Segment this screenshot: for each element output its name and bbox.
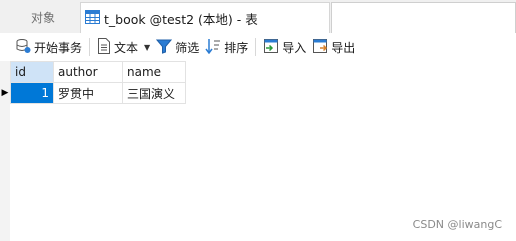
filter-button[interactable]: 筛选 [153, 35, 202, 59]
cell-author[interactable]: 罗贯中 [53, 82, 123, 104]
import-button[interactable]: 导入 [260, 35, 309, 59]
watermark: CSDN @liwangC [412, 218, 502, 231]
toolbar: 开始事务 文本 ▼ 筛选 排序 导入 导出 [0, 33, 516, 61]
chevron-down-icon[interactable]: ▼ [144, 43, 150, 52]
sort-button[interactable]: 排序 [202, 35, 251, 59]
export-icon [312, 38, 328, 57]
sort-icon [205, 38, 221, 57]
export-button[interactable]: 导出 [309, 35, 358, 59]
begin-transaction-button[interactable]: 开始事务 [12, 35, 85, 59]
row-pointer-icon: ▶ [1, 87, 9, 98]
tab-bar: 对象 t_book @test2 (本地) - 表 [0, 0, 516, 33]
cell-id[interactable]: 1 [10, 82, 54, 104]
tab-objects-label: 对象 [30, 11, 55, 25]
cell-name[interactable]: 三国演义 [122, 82, 186, 104]
filter-icon [156, 38, 173, 57]
tab-table-t-book[interactable]: t_book @test2 (本地) - 表 [80, 2, 330, 33]
sort-label: 排序 [224, 40, 249, 55]
data-grid[interactable]: ▶ id author name 1 罗贯中 三国演义 [0, 61, 516, 241]
text-label: 文本 [114, 40, 139, 55]
tab-empty-area [331, 2, 516, 33]
tab-active-label: t_book @test2 (本地) - 表 [104, 11, 258, 27]
tab-objects[interactable]: 对象 [8, 2, 78, 33]
column-header-id[interactable]: id [10, 61, 54, 83]
toolbar-divider [255, 38, 257, 56]
table-row[interactable]: 1 罗贯中 三国演义 [10, 82, 186, 104]
export-label: 导出 [331, 40, 356, 55]
column-header-name[interactable]: name [122, 61, 186, 83]
filter-label: 筛选 [175, 40, 200, 55]
import-label: 导入 [282, 40, 307, 55]
column-header-author[interactable]: author [53, 61, 123, 83]
text-icon [97, 37, 111, 57]
table-icon [85, 9, 100, 27]
header-row: id author name [10, 61, 186, 83]
toolbar-divider [89, 38, 91, 56]
data-table: id author name 1 罗贯中 三国演义 [10, 61, 186, 104]
import-icon [263, 38, 279, 57]
begin-transaction-label: 开始事务 [34, 40, 83, 55]
text-button[interactable]: 文本 ▼ [94, 35, 153, 59]
transaction-icon [15, 38, 31, 57]
